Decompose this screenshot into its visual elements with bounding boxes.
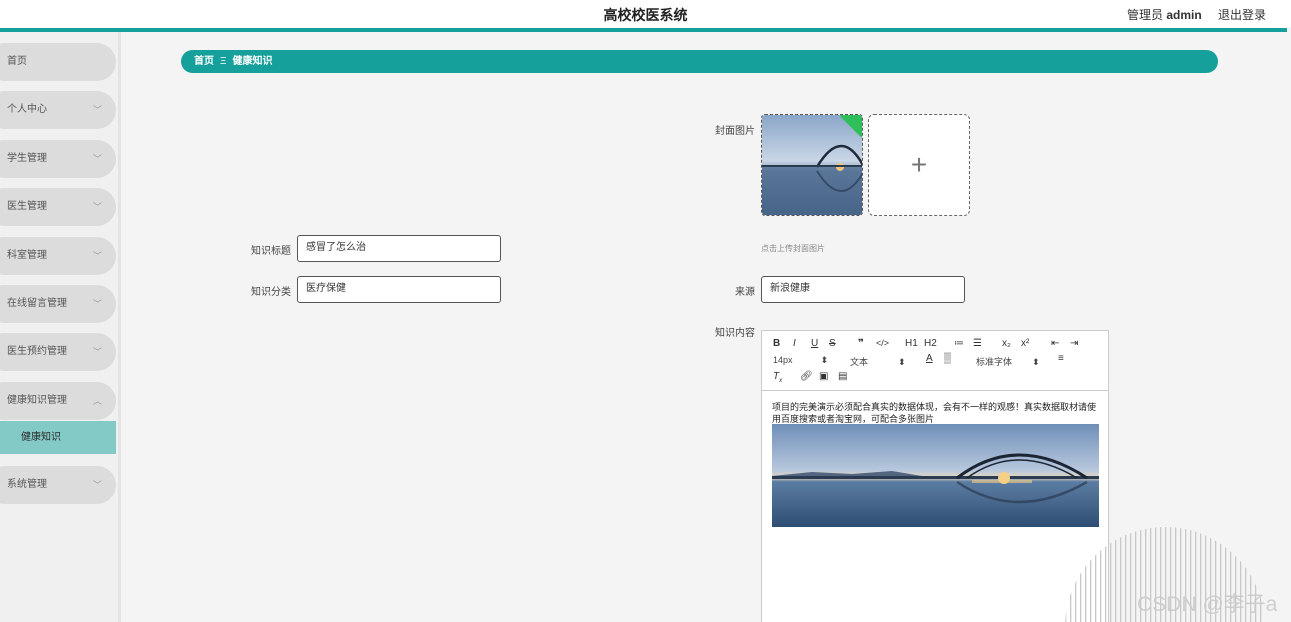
content-label: 知识内容 [715,328,755,339]
select-arrows-icon: ⬍ [820,355,829,365]
bold-button[interactable]: B [773,338,780,349]
sidebar-item-label: 学生管理 [7,153,47,164]
text-color-icon[interactable]: A [926,353,933,364]
align-icon[interactable]: ≡ [1058,353,1064,364]
app-title: 高校校医系统 [603,7,688,23]
cover-upload-hint: 点击上传封面图片 [761,244,825,253]
chevron-down-icon: ﹀ [92,154,102,164]
font-family-value: 标准字体 [976,357,1013,367]
breadcrumb: 首页 Ξ 健康知识 [181,50,1218,73]
subscript-button[interactable]: x₂ [1002,338,1011,349]
link-icon[interactable]: 🔗︎ [800,371,813,382]
plus-icon: + [910,149,928,180]
source-label: 来源 [735,287,755,298]
cover-label: 封面图片 [715,126,755,137]
chevron-down-icon: ﹀ [92,347,102,357]
italic-button[interactable]: I [793,338,796,349]
cover-image-thumbnail[interactable] [761,114,863,216]
sidebar-item-system[interactable]: 系统管理 ﹀ [0,466,116,504]
sidebar-item-messages[interactable]: 在线留言管理 ﹀ [0,285,116,323]
category-input[interactable]: 医疗保健 [297,276,501,303]
sidebar-item-home[interactable]: 首页 [0,43,116,81]
outdent-button[interactable]: ⇤ [1051,338,1059,349]
sidebar-item-departments[interactable]: 科室管理 ﹀ [0,237,116,275]
chevron-down-icon: ﹀ [92,251,102,261]
sidebar-item-personal[interactable]: 个人中心 ﹀ [0,91,116,129]
sidebar-item-students[interactable]: 学生管理 ﹀ [0,140,116,178]
sidebar-item-label: 系统管理 [7,479,47,490]
breadcrumb-separator: Ξ [220,56,227,67]
blockquote-button[interactable]: ❞ [858,338,864,349]
heading2-button[interactable]: H2 [924,338,937,349]
font-family-select[interactable]: 标准字体 ⬍ [976,355,1040,368]
clear-format-icon[interactable]: Tx [773,371,782,384]
underline-button[interactable]: U [811,338,818,349]
breadcrumb-home[interactable]: 首页 [194,56,214,67]
select-arrows-icon: ⬍ [898,357,906,367]
admin-prefix: 管理员 [1127,8,1164,22]
chevron-down-icon: ﹀ [92,105,102,115]
bullet-list-button[interactable]: ☰ [973,338,982,349]
sidebar-item-doctors[interactable]: 医生管理 ﹀ [0,188,116,226]
chevron-down-icon: ﹀ [92,299,102,309]
sidebar-item-label: 首页 [7,56,27,67]
header-format-value: 文本 [850,357,869,367]
category-label: 知识分类 [251,287,291,298]
admin-name: admin [1166,8,1202,22]
background-color-icon[interactable]: ▒ [944,353,951,364]
sidebar-item-label: 医生预约管理 [7,346,67,357]
select-arrows-icon: ⬍ [1032,357,1040,367]
sidebar-item-label: 健康知识管理 [7,395,67,406]
breadcrumb-current: 健康知识 [232,56,273,67]
header-format-select[interactable]: 文本 ⬍ [850,355,906,368]
logout-link[interactable]: 退出登录 [1218,6,1266,23]
ordered-list-button[interactable]: ≔ [954,338,964,349]
title-input[interactable]: 感冒了怎么治 [297,235,501,262]
upload-cover-button[interactable]: + [868,114,970,216]
admin-user: 管理员 admin [1127,6,1202,23]
image-icon[interactable]: ▣ [819,371,828,382]
csdn-watermark: CSDN @李子a [1137,593,1278,616]
bridge-photo [762,115,862,215]
sidebar-item-health-knowledge[interactable]: 健康知识管理 ︿ [0,382,116,420]
source-input[interactable]: 新浪健康 [761,276,965,303]
sidebar-item-label: 个人中心 [7,104,47,115]
heading1-button[interactable]: H1 [905,338,918,349]
superscript-button[interactable]: x² [1021,338,1029,349]
font-size-value: 14px [773,355,793,365]
sidebar-item-label: 科室管理 [7,250,47,261]
sidebar-subitem-health-knowledge[interactable]: 健康知识 [0,421,116,454]
sidebar-item-appointments[interactable]: 医生预约管理 ﹀ [0,333,116,371]
editor-toolbar: B I U S ❞ </> H1 H2 ≔ ☰ x₂ x² ⇤ ⇥ 14px ⬍ … [762,331,1108,391]
sidebar-item-label: 医生管理 [7,201,47,212]
title-label: 知识标题 [251,246,291,257]
sidebar-item-label: 在线留言管理 [7,298,67,309]
font-size-select[interactable]: 14px ⬍ [773,355,828,366]
chevron-up-icon: ︿ [92,396,102,406]
chevron-down-icon: ﹀ [92,202,102,212]
chevron-down-icon: ﹀ [92,480,102,490]
code-block-button[interactable]: </> [876,338,889,348]
strike-button[interactable]: S [829,338,836,349]
editor-content-text[interactable]: 项目的完美演示必须配合真实的数据体现，会有不一样的观感！真实数据取材请使用百度搜… [772,401,1102,425]
header-accent-line [0,28,1287,32]
video-icon[interactable]: ▤ [838,371,847,382]
indent-button[interactable]: ⇥ [1070,338,1078,349]
